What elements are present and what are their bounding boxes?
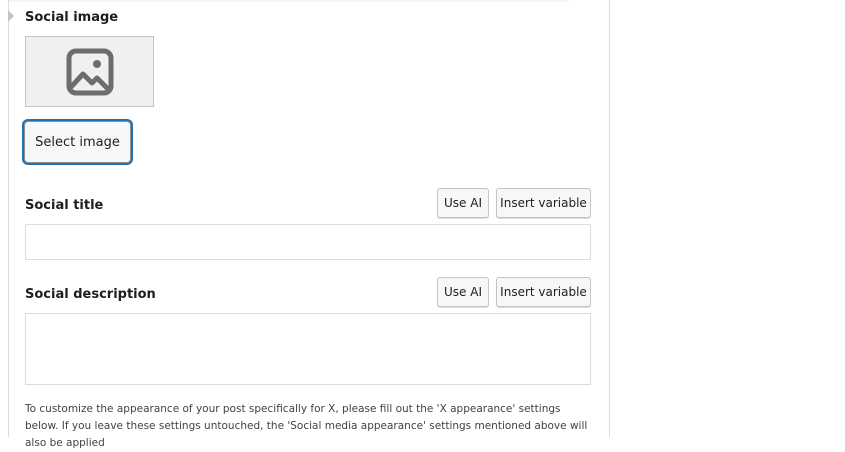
social-title-label: Social title — [25, 198, 104, 213]
social-description-label: Social description — [25, 287, 156, 302]
image-placeholder[interactable] — [25, 36, 154, 107]
social-image-label: Social image — [25, 10, 119, 25]
social-description-textarea[interactable] — [25, 313, 591, 385]
social-description-use-ai-button[interactable]: Use AI — [437, 277, 489, 307]
panel-top-edge — [9, 0, 569, 3]
select-image-button[interactable]: Select image — [24, 121, 131, 163]
image-icon — [66, 48, 113, 95]
social-description-insert-variable-button[interactable]: Insert variable — [496, 277, 591, 307]
social-title-use-ai-button[interactable]: Use AI — [437, 188, 489, 218]
social-title-input[interactable] — [25, 224, 591, 260]
x-appearance-help-text: To customize the appearance of your post… — [25, 403, 588, 449]
social-title-insert-variable-button[interactable]: Insert variable — [496, 188, 591, 218]
collapse-arrow-icon[interactable] — [8, 10, 14, 22]
